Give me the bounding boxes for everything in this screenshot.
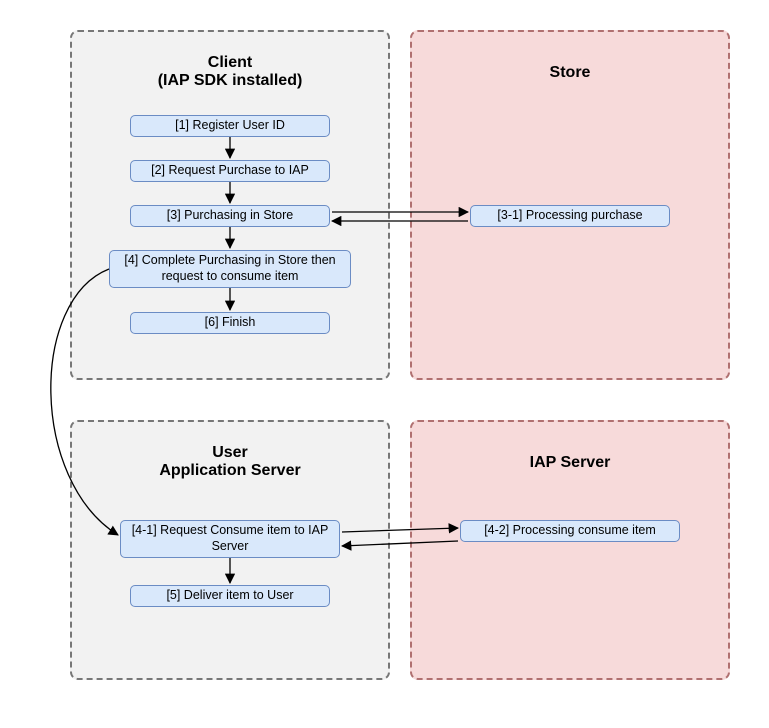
node-deliver-item: [5] Deliver item to User (130, 585, 330, 607)
node-finish: [6] Finish (130, 312, 330, 334)
node-processing-purchase: [3-1] Processing purchase (470, 205, 670, 227)
diagram-canvas: Client (IAP SDK installed) Store User Ap… (0, 0, 769, 728)
panel-iap-server: IAP Server (410, 420, 730, 680)
node-request-purchase: [2] Request Purchase to IAP (130, 160, 330, 182)
node-request-consume-item: [4-1] Request Consume item to IAP Server (120, 520, 340, 558)
node-processing-consume-item: [4-2] Processing consume item (460, 520, 680, 542)
panel-title-iap-server: IAP Server (412, 454, 728, 472)
node-complete-purchasing: [4] Complete Purchasing in Store then re… (109, 250, 351, 288)
panel-title-store: Store (412, 64, 728, 82)
node-purchasing-in-store: [3] Purchasing in Store (130, 205, 330, 227)
panel-title-client: Client (IAP SDK installed) (72, 54, 388, 90)
node-register-user-id: [1] Register User ID (130, 115, 330, 137)
panel-title-user-server: User Application Server (72, 444, 388, 480)
